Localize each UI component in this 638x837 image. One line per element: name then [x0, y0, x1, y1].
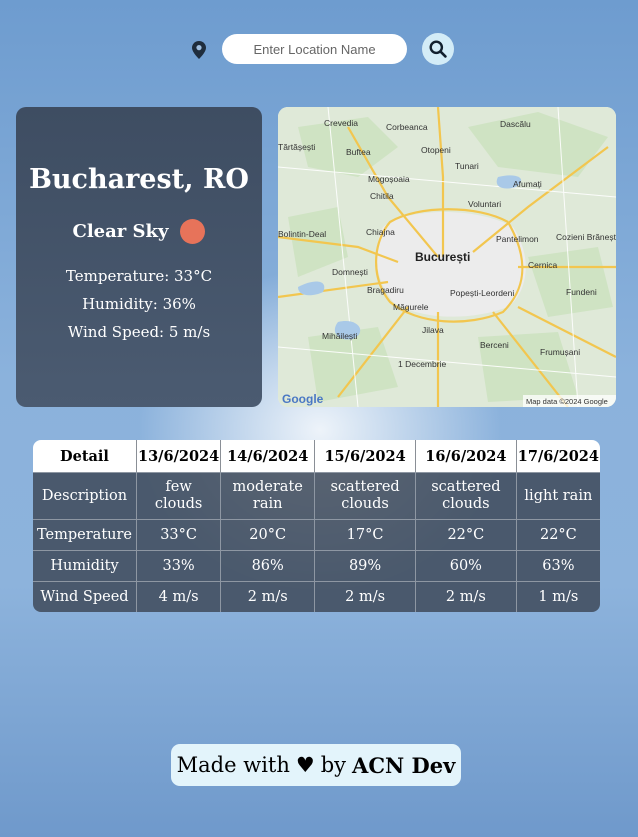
table-row: Temperature 33°C 20°C 17°C 22°C 22°C	[33, 519, 600, 550]
table-cell: 2 m/s	[315, 581, 416, 612]
map-attribution: Map data ©2024 Google	[526, 397, 608, 406]
map-label: Mihăilești	[322, 331, 358, 341]
table-cell: 60%	[415, 550, 517, 581]
table-cell: 86%	[221, 550, 316, 581]
current-wind-speed: Wind Speed: 5 m/s	[67, 323, 211, 341]
col-header-day: 13/6/2024	[137, 440, 222, 472]
table-cell: 63%	[516, 550, 600, 581]
col-header-day: 14/6/2024	[221, 440, 316, 472]
map-label: Frumușani	[540, 347, 580, 357]
row-label: Humidity	[33, 550, 137, 581]
current-weather-card: Bucharest, RO Clear Sky Temperature: 33°…	[16, 107, 262, 407]
map-label: Bolintin-Deal	[278, 229, 326, 239]
table-cell: scattered clouds	[315, 472, 416, 519]
current-temperature: Temperature: 33°C	[65, 267, 213, 285]
map-label: Mogoșoaia	[368, 174, 410, 184]
google-logo: Google	[282, 392, 324, 406]
forecast-table: Detail 13/6/2024 14/6/2024 15/6/2024 16/…	[33, 440, 600, 612]
map-label: 1 Decembrie	[398, 359, 446, 369]
table-cell: light rain	[516, 472, 600, 519]
map-label: Crevedia	[324, 118, 358, 128]
map-label: Bragadiru	[367, 285, 404, 295]
forecast-header-row: Detail 13/6/2024 14/6/2024 15/6/2024 16/…	[33, 440, 600, 472]
footer-credit: Made with ♥ by ACN Dev	[171, 744, 461, 786]
table-row: Description few clouds moderate rain sca…	[33, 472, 600, 519]
col-header-day: 16/6/2024	[415, 440, 517, 472]
table-cell: 2 m/s	[221, 581, 316, 612]
search-button[interactable]	[422, 33, 454, 65]
city-name: Bucharest, RO	[29, 164, 249, 195]
map-label: Afumați	[513, 179, 542, 189]
credit-prefix: Made with	[176, 753, 290, 777]
map-label: Chitila	[370, 191, 394, 201]
map-label: Cernica	[528, 260, 558, 270]
table-cell: scattered clouds	[415, 472, 517, 519]
map-label: Tunari	[455, 161, 479, 171]
map-label: Otopeni	[421, 145, 451, 155]
table-cell: 22°C	[415, 519, 517, 550]
row-label: Description	[33, 472, 137, 519]
row-label: Temperature	[33, 519, 137, 550]
table-cell: 2 m/s	[415, 581, 517, 612]
table-cell: 1 m/s	[516, 581, 600, 612]
col-header-day: 15/6/2024	[315, 440, 416, 472]
map-label: Măgurele	[393, 302, 429, 312]
map-label: Voluntari	[468, 199, 501, 209]
heart-icon: ♥	[295, 753, 315, 777]
table-cell: 4 m/s	[137, 581, 222, 612]
search-bar	[0, 33, 638, 65]
current-humidity: Humidity: 36%	[82, 295, 196, 313]
table-cell: 17°C	[315, 519, 416, 550]
sun-icon	[180, 219, 206, 244]
table-cell: 20°C	[221, 519, 316, 550]
map-label: Dascălu	[500, 119, 531, 129]
map-label: Cozieni Brănești	[556, 232, 616, 242]
map-label: Fundeni	[566, 287, 597, 297]
condition-row: Clear Sky	[16, 219, 262, 244]
map-label: Tărtășești	[278, 142, 315, 152]
map-label: Berceni	[480, 340, 509, 350]
author-name: ACN Dev	[352, 752, 456, 778]
table-cell: 22°C	[516, 519, 600, 550]
map-label: Popești-Leordeni	[450, 288, 514, 298]
row-label: Wind Speed	[33, 581, 137, 612]
credit-by: by	[320, 753, 347, 777]
col-header-detail: Detail	[33, 440, 137, 472]
table-cell: moderate rain	[221, 472, 316, 519]
location-map[interactable]: Crevedia Corbeanca Dascălu Tărtășești Bu…	[278, 107, 616, 407]
col-header-day: 17/6/2024	[516, 440, 600, 472]
table-cell: few clouds	[137, 472, 222, 519]
map-label: Pantelimon	[496, 234, 539, 244]
table-cell: 89%	[315, 550, 416, 581]
table-cell: 33°C	[137, 519, 222, 550]
table-row: Humidity 33% 86% 89% 60% 63%	[33, 550, 600, 581]
map-label: Jilava	[422, 325, 444, 335]
weather-condition: Clear Sky	[72, 221, 169, 242]
search-icon	[429, 40, 447, 58]
table-cell: 33%	[137, 550, 222, 581]
map-label: Buftea	[346, 147, 371, 157]
map-label: Chiajna	[366, 227, 395, 237]
location-pin-icon[interactable]	[192, 41, 206, 59]
map-city-label: București	[415, 250, 470, 264]
table-row: Wind Speed 4 m/s 2 m/s 2 m/s 2 m/s 1 m/s	[33, 581, 600, 612]
map-label: Domnești	[332, 267, 368, 277]
location-search-input[interactable]	[222, 34, 407, 64]
map-label: Corbeanca	[386, 122, 428, 132]
